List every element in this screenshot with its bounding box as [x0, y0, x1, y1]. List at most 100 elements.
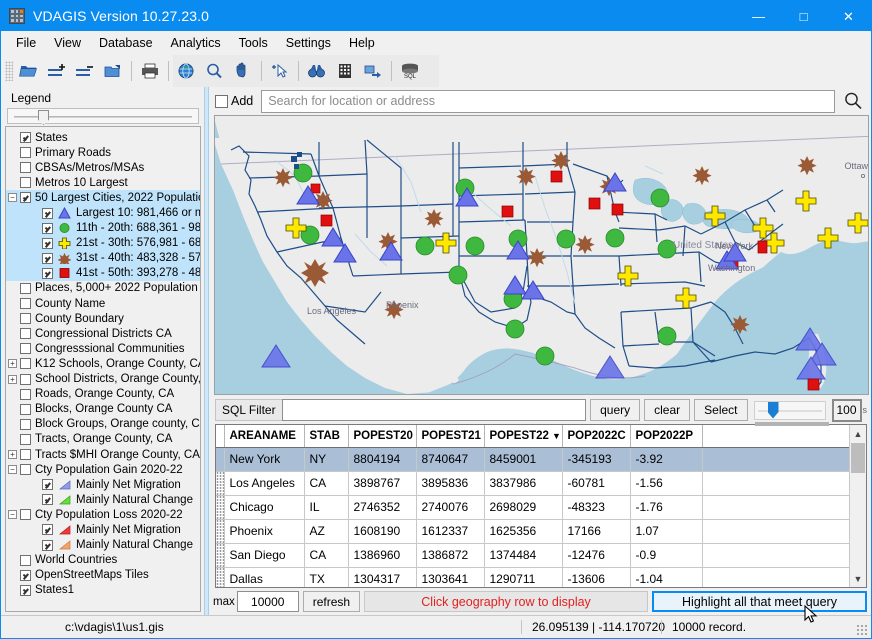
legend-item-checkbox[interactable]	[20, 343, 31, 355]
table-cell[interactable]: -60781	[562, 471, 631, 496]
legend-item-checkbox[interactable]	[20, 388, 31, 400]
table-cell[interactable]: San Diego	[224, 543, 305, 568]
clear-button[interactable]: clear	[644, 399, 691, 421]
legend-item-checkbox[interactable]	[20, 298, 31, 310]
legend-item[interactable]: OpenStreetMaps Tiles	[6, 568, 200, 583]
legend-item-checkbox[interactable]	[42, 479, 53, 491]
click-geography-hint[interactable]: Click geography row to display	[364, 591, 648, 612]
table-cell[interactable]: 1608190	[348, 519, 417, 544]
legend-item[interactable]: Mainly Natural Change	[6, 492, 200, 507]
legend-item-checkbox[interactable]	[42, 539, 53, 551]
export-icon[interactable]	[359, 58, 387, 84]
menu-item-database[interactable]: Database	[90, 33, 162, 53]
add-checkbox[interactable]	[215, 94, 228, 108]
row-grip[interactable]	[216, 495, 225, 520]
data-table[interactable]: AREANAME STAB POPEST20 POPEST21 POPEST22…	[216, 425, 849, 587]
legend-item[interactable]: Roads, Orange County, CA	[6, 387, 200, 402]
table-cell[interactable]: -345193	[562, 447, 631, 472]
legend-item[interactable]: Primary Roads	[6, 145, 200, 160]
table-cell[interactable]: AZ	[304, 519, 349, 544]
record-count-box[interactable]: 100	[831, 398, 862, 422]
table-cell[interactable]: 1304317	[348, 567, 417, 587]
legend-item-checkbox[interactable]	[20, 418, 31, 430]
max-records-input[interactable]: 10000	[236, 591, 299, 612]
legend-item[interactable]: Places, 5,000+ 2022 Population	[6, 281, 200, 296]
table-cell[interactable]: 1625356	[484, 519, 563, 544]
table-cell[interactable]: 3898767	[348, 471, 417, 496]
table-cell[interactable]: 1290711	[484, 567, 563, 587]
legend-item-checkbox[interactable]	[42, 494, 53, 506]
column-header-popest21[interactable]: POPEST21	[416, 425, 485, 448]
table-cell[interactable]: 3895836	[416, 471, 485, 496]
collapse-icon[interactable]: −	[8, 510, 17, 520]
table-row[interactable]: San Diego CA 1386960 1386872 1374484 -12476 -0…	[216, 543, 849, 568]
legend-item[interactable]: Blocks, Orange County CA	[6, 402, 200, 417]
legend-item[interactable]: Mainly Net Migration	[6, 477, 200, 492]
legend-item-checkbox[interactable]	[20, 328, 31, 340]
table-cell[interactable]: 17166	[562, 519, 631, 544]
legend-tree[interactable]: States Primary Roads CBSAs/Metros/MSAs Metr…	[5, 126, 201, 612]
legend-item-checkbox[interactable]	[20, 464, 31, 476]
table-cell[interactable]: -3.92	[630, 447, 703, 472]
table-cell[interactable]: 1386960	[348, 543, 417, 568]
table-cell[interactable]: 8459001	[484, 447, 563, 472]
column-header-stab[interactable]: STAB	[304, 425, 349, 448]
legend-item-checkbox[interactable]	[20, 373, 31, 385]
slider-thumb[interactable]	[767, 401, 779, 419]
table-row[interactable]: Phoenix AZ 1608190 1612337 1625356 17166 1.07	[216, 519, 849, 544]
table-cell[interactable]: 2746352	[348, 495, 417, 520]
highlight-all-button[interactable]: Highlight all that meet query	[652, 591, 867, 612]
table-cell[interactable]: 2740076	[416, 495, 485, 520]
legend-item-checkbox[interactable]	[20, 147, 31, 159]
minimize-button[interactable]: —	[736, 1, 781, 31]
query-button[interactable]: query	[590, 399, 641, 421]
binoculars-icon[interactable]	[303, 58, 331, 84]
legend-item[interactable]: − 50 Largest Cities, 2022 Population	[6, 190, 200, 206]
legend-item[interactable]: − Cty Population Loss 2020-22	[6, 507, 200, 522]
legend-item-checkbox[interactable]	[20, 554, 31, 566]
legend-item-checkbox[interactable]	[42, 267, 53, 279]
record-count-slider[interactable]	[753, 400, 829, 426]
table-vertical-scrollbar[interactable]: ▲ ▼	[849, 425, 866, 587]
add-layer-icon[interactable]	[43, 58, 71, 84]
menu-item-help[interactable]: Help	[340, 33, 384, 53]
table-cell[interactable]: 1612337	[416, 519, 485, 544]
magnifier-icon[interactable]	[201, 58, 229, 84]
table-cell[interactable]: 1303641	[416, 567, 485, 587]
row-grip[interactable]	[216, 519, 225, 544]
pan-hand-icon[interactable]	[229, 58, 257, 84]
select-arrow-icon[interactable]	[266, 58, 294, 84]
column-header-pop2022c[interactable]: POP2022C	[562, 425, 631, 448]
table-cell[interactable]: Los Angeles	[224, 471, 305, 496]
row-grip[interactable]	[216, 471, 225, 496]
globe-icon[interactable]	[173, 58, 201, 84]
expand-icon[interactable]: +	[8, 374, 17, 384]
legend-item[interactable]: Metros 10 Largest	[6, 175, 200, 190]
legend-item-checkbox[interactable]	[20, 192, 31, 204]
search-icon[interactable]	[839, 89, 867, 113]
column-header-areaname[interactable]: AREANAME	[224, 425, 305, 448]
legend-slider-thumb[interactable]	[38, 110, 49, 125]
legend-item[interactable]: − Cty Population Gain 2020-22	[6, 462, 200, 477]
table-cell[interactable]: -1.76	[630, 495, 703, 520]
menu-item-settings[interactable]: Settings	[277, 33, 340, 53]
legend-item[interactable]: Congressional Districts CA	[6, 326, 200, 341]
legend-item[interactable]: 21st - 30th: 576,981 - 688,361	[6, 235, 200, 251]
legend-item-checkbox[interactable]	[20, 162, 31, 174]
table-cell[interactable]: Chicago	[224, 495, 305, 520]
table-cell[interactable]: -12476	[562, 543, 631, 568]
table-cell[interactable]: Dallas	[224, 567, 305, 587]
expand-icon[interactable]: +	[8, 450, 17, 460]
toolbar-drag-handle[interactable]	[5, 61, 13, 81]
table-cell[interactable]: 1.07	[630, 519, 703, 544]
table-cell[interactable]: 1386872	[416, 543, 485, 568]
legend-item[interactable]: Mainly Net Migration	[6, 522, 200, 537]
print-icon[interactable]	[136, 58, 164, 84]
legend-item-checkbox[interactable]	[20, 177, 31, 189]
menu-item-tools[interactable]: Tools	[230, 33, 277, 53]
table-grid-icon[interactable]	[331, 58, 359, 84]
row-grip[interactable]	[216, 543, 225, 568]
legend-item[interactable]: Mainly Natural Change	[6, 538, 200, 553]
table-cell[interactable]: 2698029	[484, 495, 563, 520]
legend-item[interactable]: World Countries	[6, 553, 200, 568]
